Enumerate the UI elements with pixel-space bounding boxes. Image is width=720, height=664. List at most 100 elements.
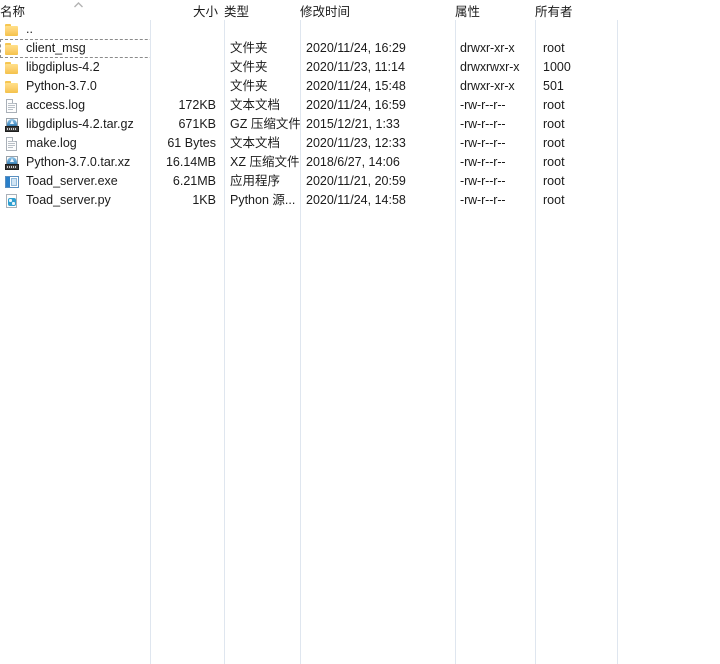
- file-type-cell: 应用程序: [230, 174, 281, 188]
- file-attributes-cell: -rw-r--r--: [460, 193, 506, 207]
- file-name-label: access.log: [26, 98, 86, 112]
- file-type-cell: 文本文档: [230, 98, 281, 112]
- folder-icon: [4, 41, 20, 57]
- file-name-cell: make.log: [0, 134, 150, 153]
- file-modified-cell: 2020/11/23, 11:14: [306, 60, 405, 74]
- file-name-cell: Toad_server.py: [0, 191, 150, 210]
- file-type-cell: Python 源...: [230, 193, 296, 207]
- file-owner-cell: root: [543, 117, 565, 131]
- parent-directory-row[interactable]: ..: [0, 20, 720, 39]
- table-row[interactable]: Python-3.7.0.tar.xz 16.14MB XZ 压缩文件 2018/6/…: [0, 153, 720, 172]
- file-size-cell: 1KB: [192, 193, 216, 207]
- file-modified-cell: 2020/11/23, 12:33: [306, 136, 406, 150]
- file-attributes-cell: drwxrwxr-x: [460, 60, 520, 74]
- file-attributes-cell: -rw-r--r--: [460, 117, 506, 131]
- column-header-spacer: [617, 0, 720, 20]
- archive-icon: [4, 155, 20, 171]
- file-type-cell: GZ 压缩文件: [230, 117, 300, 131]
- row-spacer-cell: [617, 77, 720, 96]
- file-modified-cell: 2020/11/24, 16:29: [306, 41, 406, 55]
- row-spacer-cell: [617, 115, 720, 134]
- file-attributes-cell: -rw-r--r--: [460, 98, 506, 112]
- file-modified-cell: 2020/11/24, 14:58: [306, 193, 406, 207]
- file-name-label: libgdiplus-4.2.tar.gz: [26, 117, 134, 131]
- parent-directory-owner-cell: [535, 20, 617, 39]
- text-document-icon: [4, 136, 20, 152]
- file-type-cell: 文本文档: [230, 136, 281, 150]
- parent-directory-name-cell: ..: [0, 20, 150, 39]
- row-spacer-cell: [617, 58, 720, 77]
- column-header-attributes[interactable]: 属性: [455, 0, 535, 20]
- file-type-cell: 文件夹: [230, 41, 268, 55]
- file-attributes-cell: -rw-r--r--: [460, 174, 506, 188]
- column-header-owner[interactable]: 所有者: [535, 0, 617, 20]
- column-header-modified[interactable]: 修改时间: [300, 0, 455, 20]
- file-owner-cell: root: [543, 136, 565, 150]
- archive-icon: [4, 117, 20, 133]
- file-attributes-cell: drwxr-xr-x: [460, 41, 515, 55]
- file-list-table: 名称 大小 类型 修改时间 属性 所有者 .. client_msg 文件夹 2…: [0, 0, 720, 210]
- file-list-body: .. client_msg 文件夹 2020/11/24, 16:29 drwxr-x…: [0, 20, 720, 210]
- table-row[interactable]: Toad_server.exe 6.21MB 应用程序 2020/11/21, 20:…: [0, 172, 720, 191]
- application-icon: [4, 174, 20, 190]
- table-row[interactable]: Python-3.7.0 文件夹 2020/11/24, 15:48 drwxr-xr…: [0, 77, 720, 96]
- file-modified-cell: 2020/11/24, 16:59: [306, 98, 406, 112]
- column-header-name[interactable]: 名称: [0, 0, 150, 20]
- file-name-cell: Python-3.7.0: [0, 77, 150, 96]
- file-name-cell: access.log: [0, 96, 150, 115]
- table-row[interactable]: Toad_server.py 1KB Python 源... 2020/11/24, …: [0, 191, 720, 210]
- row-spacer-cell: [617, 153, 720, 172]
- file-owner-cell: 501: [543, 79, 564, 93]
- parent-directory-modified-cell: [300, 20, 455, 39]
- column-header-size[interactable]: 大小: [150, 0, 224, 20]
- file-name-label: client_msg: [26, 41, 86, 55]
- row-spacer-cell: [617, 172, 720, 191]
- file-owner-cell: root: [543, 98, 565, 112]
- table-row[interactable]: libgdiplus-4.2 文件夹 2020/11/23, 11:14 drwxrw…: [0, 58, 720, 77]
- parent-directory-type-cell: [224, 20, 300, 39]
- file-owner-cell: root: [543, 41, 565, 55]
- file-type-cell: 文件夹: [230, 79, 268, 93]
- parent-directory-spacer-cell: [617, 20, 720, 39]
- table-row[interactable]: make.log 61 Bytes 文本文档 2020/11/23, 12:33 -rw…: [0, 134, 720, 153]
- row-spacer-cell: [617, 96, 720, 115]
- file-type-cell: XZ 压缩文件: [230, 155, 300, 169]
- table-row[interactable]: client_msg 文件夹 2020/11/24, 16:29 drwxr-xr-x…: [0, 39, 720, 58]
- file-size-cell: [150, 39, 224, 58]
- table-row[interactable]: libgdiplus-4.2.tar.gz 671KB GZ 压缩文件 2015/12…: [0, 115, 720, 134]
- row-spacer-cell: [617, 39, 720, 58]
- file-owner-cell: root: [543, 193, 565, 207]
- file-name-label: make.log: [26, 136, 77, 150]
- folder-icon: [4, 22, 20, 38]
- sort-ascending-icon[interactable]: [74, 2, 83, 8]
- file-owner-cell: root: [543, 155, 565, 169]
- file-modified-cell: 2020/11/24, 15:48: [306, 79, 406, 93]
- file-modified-cell: 2018/6/27, 14:06: [306, 155, 400, 169]
- file-modified-cell: 2015/12/21, 1:33: [306, 117, 400, 131]
- row-spacer-cell: [617, 134, 720, 153]
- folder-icon: [4, 79, 20, 95]
- file-name-label: Toad_server.exe: [26, 174, 118, 188]
- file-name-cell: libgdiplus-4.2.tar.gz: [0, 115, 150, 134]
- file-name-cell: libgdiplus-4.2: [0, 58, 150, 77]
- file-type-cell: 文件夹: [230, 60, 268, 74]
- file-size-cell: 6.21MB: [172, 174, 216, 188]
- python-file-icon: [4, 193, 20, 209]
- column-header-name-label: 名称: [0, 4, 26, 19]
- row-spacer-cell: [617, 191, 720, 210]
- file-size-cell: [150, 77, 224, 96]
- file-name-label: libgdiplus-4.2: [26, 60, 100, 74]
- column-header-type[interactable]: 类型: [224, 0, 300, 20]
- parent-directory-label: ..: [26, 22, 33, 36]
- file-attributes-cell: -rw-r--r--: [460, 155, 506, 169]
- file-name-label: Python-3.7.0: [26, 79, 97, 93]
- file-modified-cell: 2020/11/21, 20:59: [306, 174, 406, 188]
- file-size-cell: [150, 58, 224, 77]
- table-row[interactable]: access.log 172KB 文本文档 2020/11/24, 16:59 -rw-…: [0, 96, 720, 115]
- file-name-cell: client_msg: [0, 39, 150, 58]
- file-attributes-cell: -rw-r--r--: [460, 136, 506, 150]
- file-attributes-cell: drwxr-xr-x: [460, 79, 515, 93]
- file-size-cell: 172KB: [178, 98, 216, 112]
- file-size-cell: 16.14MB: [165, 155, 216, 169]
- folder-icon: [4, 60, 20, 76]
